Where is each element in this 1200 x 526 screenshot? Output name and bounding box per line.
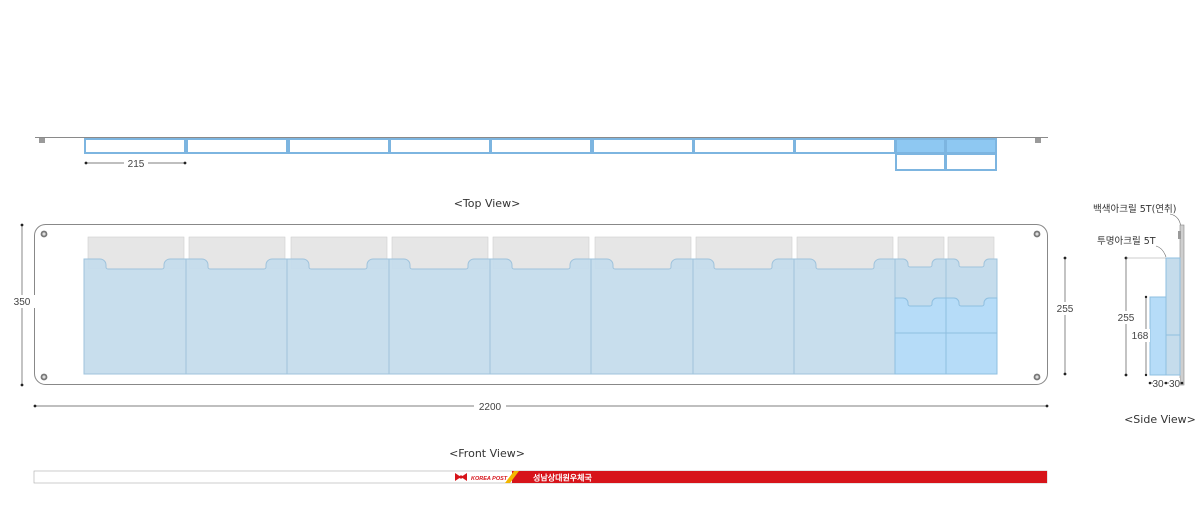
side-pocket-inner [1149,296,1167,376]
top-view-pockets [84,138,896,154]
top-view-right-bracket [1035,138,1041,143]
front-pocket [185,258,288,375]
front-pocket [793,258,896,375]
dimension-total-height: 350 [9,223,35,387]
white-acrylic-label: 백색아크릴 5T(연취) [1093,204,1176,215]
pocket-headers [87,236,995,270]
top-pocket [794,138,896,154]
post-office-name: 성남상대원우체국 [533,473,593,483]
dimension-label-255: 255 [1057,304,1074,315]
top-view-left-bracket [39,138,45,143]
top-pocket [84,138,186,154]
top-pocket [490,138,592,154]
top-pocket [592,138,694,154]
top-pocket [186,138,288,154]
front-pocket [286,258,390,375]
side-pocket-outer [1165,257,1181,376]
dimension-label-168: 168 [1132,331,1149,342]
screw-icon [1033,373,1041,381]
top-pocket [389,138,491,154]
top-view-double-pockets [895,138,997,171]
front-double-pockets [894,258,998,375]
banner-red-band [512,471,1047,483]
screw-icon [1033,230,1041,238]
drawing-canvas: 215 <Top View> 350 255 2200 <Front View>… [9,137,1196,484]
front-pockets [83,258,896,375]
top-view: 215 <Top View> [35,137,1048,210]
dimension-side-depth: 30 30 [1148,378,1184,390]
dimension-pocket-width: 215 [84,157,187,170]
front-pocket [388,258,491,375]
top-pocket [693,138,795,154]
white-acrylic-leader [1169,213,1182,229]
side-view-caption: <Side View> [1124,413,1196,426]
top-double-pocket-back [895,153,946,171]
dimension-label-215: 215 [128,159,145,170]
front-double-pocket-front [945,297,998,375]
front-view: 350 255 2200 <Front View> [9,223,1078,460]
top-double-pocket-front [895,138,946,154]
front-view-caption: <Front View> [449,447,525,460]
top-pocket [288,138,390,154]
front-pocket [489,258,592,375]
side-bracket [1178,231,1181,239]
top-double-pocket-back [945,153,997,171]
dimension-label-350: 350 [14,297,31,308]
dimension-label-30: 30 [1169,379,1181,390]
front-double-pocket-front [894,297,947,375]
korea-post-logo-text: KOREA POST [471,476,508,482]
dimension-label-2200: 2200 [479,402,502,413]
dimension-label-side-255: 255 [1118,313,1135,324]
front-pocket [590,258,694,375]
dimension-total-width: 2200 [33,399,1049,413]
side-backboard [1179,224,1185,386]
side-view: 백색아크릴 5T(연취) 투명아크릴 5T 255 168 30 30 <Sid… [1093,204,1196,426]
dimension-pocket-height: 255 [1052,256,1078,376]
clear-acrylic-label: 투명아크릴 5T [1097,236,1156,247]
dimension-side-inner: 168 [1131,295,1150,377]
top-double-pocket-front [945,138,997,154]
clear-acrylic-leader [1155,245,1167,258]
dimension-label-30: 30 [1152,379,1164,390]
bottom-banner: KOREA POST 성남상대원우체국 [33,470,1048,484]
front-pocket [83,258,187,375]
screw-icon [40,373,48,381]
top-view-caption: <Top View> [454,197,521,210]
front-pocket [692,258,795,375]
screw-icon [40,230,48,238]
